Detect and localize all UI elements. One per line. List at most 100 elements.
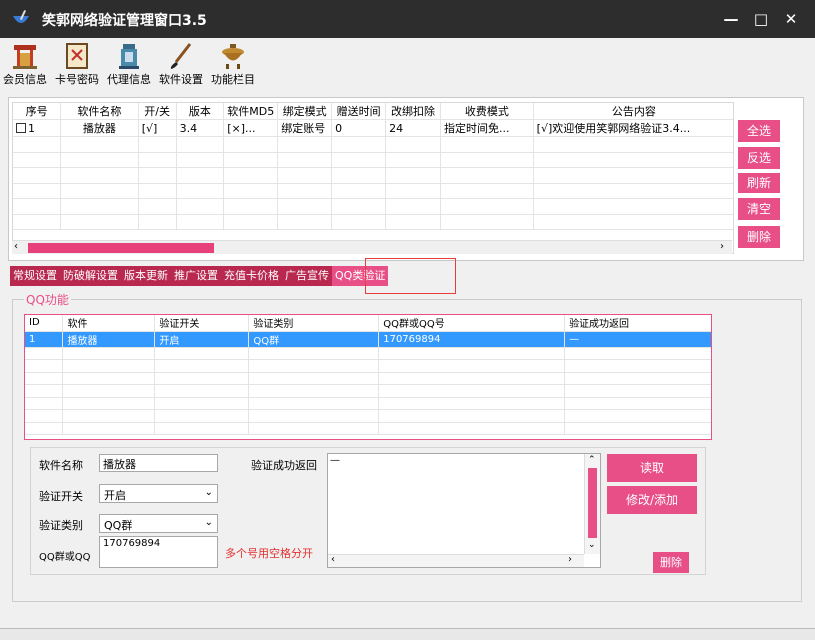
- column-header[interactable]: 改绑扣除: [385, 103, 442, 120]
- column-header[interactable]: ID: [25, 315, 64, 332]
- toolbar-agent-info[interactable]: 代理信息: [104, 40, 154, 88]
- maximize-button[interactable]: □: [748, 6, 774, 32]
- brush-icon: [170, 43, 192, 69]
- app-logo-icon: [10, 8, 32, 30]
- tab-promotion[interactable]: 推广设置: [171, 266, 221, 286]
- column-header[interactable]: 绑定模式: [277, 103, 333, 120]
- table-cell: 开启: [154, 331, 250, 348]
- qq-group-title: QQ功能: [24, 291, 71, 308]
- type-select[interactable]: QQ群 ⌄: [99, 514, 218, 533]
- row-index: 1: [28, 121, 35, 135]
- read-button[interactable]: 读取: [607, 454, 697, 482]
- table-header-row: ID 软件 验证开关 验证类别 QQ群或QQ号 验证成功返回: [25, 315, 711, 332]
- clear-button[interactable]: 清空: [738, 198, 780, 220]
- scroll-down-icon[interactable]: ⌄: [588, 540, 596, 550]
- scripture-tablet-icon: [119, 44, 139, 69]
- table-cell: [√]: [138, 119, 177, 137]
- software-table[interactable]: 序号 软件名称 开/关 版本 软件MD5 绑定模式 赠送时间 改绑扣除 收费模式…: [12, 102, 734, 254]
- column-header[interactable]: 验证成功返回: [564, 315, 711, 332]
- software-name-input[interactable]: 播放器: [99, 454, 218, 472]
- toolbar-member-info[interactable]: 会员信息: [0, 40, 50, 88]
- table-cell: 3.4: [176, 119, 225, 137]
- toolbar-label: 卡号密码: [55, 73, 99, 86]
- table-cell: [√]欢迎使用笑郭网络验证3.4...: [533, 119, 733, 137]
- column-header[interactable]: 收费模式: [440, 103, 534, 120]
- title-bar: 笑郭网络验证管理窗口3.5 — □ ✕: [0, 0, 815, 38]
- column-header[interactable]: 软件: [62, 315, 156, 332]
- switch-label: 验证开关: [39, 490, 83, 503]
- toolbar-software-settings[interactable]: 软件设置: [156, 40, 206, 88]
- scroll-left-icon[interactable]: ‹: [331, 554, 335, 565]
- column-header[interactable]: 软件名称: [60, 103, 139, 120]
- toolbar-label: 会员信息: [3, 73, 47, 86]
- tab-anti-crack[interactable]: 防破解设置: [60, 266, 121, 286]
- scroll-painting-icon: [66, 43, 88, 69]
- table-cell: 绑定账号: [277, 119, 333, 137]
- table-cell: 170769894: [378, 331, 566, 348]
- column-header[interactable]: QQ群或QQ号: [378, 315, 566, 332]
- select-all-button[interactable]: 全选: [738, 120, 780, 142]
- scroll-left-icon[interactable]: ‹: [14, 241, 18, 252]
- qq-number-textarea[interactable]: 170769894: [99, 536, 218, 568]
- hint-text: 多个号用空格分开: [225, 547, 313, 560]
- status-bar: [0, 628, 815, 640]
- table-row[interactable]: 1 播放器 [√] 3.4 [×]... 绑定账号 0 24 指定时间免... …: [13, 119, 733, 137]
- row-index-cell[interactable]: 1: [13, 119, 62, 137]
- type-select-value: QQ群: [104, 519, 133, 532]
- horizontal-scrollbar[interactable]: ‹ ›: [328, 554, 584, 567]
- toolbar-function-menu[interactable]: 功能栏目: [208, 40, 258, 88]
- table-cell: 播放器: [62, 331, 156, 348]
- switch-select[interactable]: 开启 ⌄: [99, 484, 218, 503]
- table-cell: QQ群: [248, 331, 380, 348]
- delete-button[interactable]: 删除: [738, 226, 780, 248]
- scrollbar-thumb[interactable]: [28, 243, 214, 253]
- scroll-up-icon[interactable]: ⌃: [588, 455, 596, 465]
- window-title: 笑郭网络验证管理窗口3.5: [42, 13, 207, 29]
- table-cell: 指定时间免...: [440, 119, 534, 137]
- tab-version-update[interactable]: 版本更新: [121, 266, 171, 286]
- modify-add-button[interactable]: 修改/添加: [607, 486, 697, 514]
- toolbar-label: 代理信息: [107, 73, 151, 86]
- scroll-right-icon[interactable]: ›: [720, 241, 724, 252]
- vertical-scrollbar[interactable]: ⌃ ⌄: [584, 454, 600, 554]
- form-delete-button[interactable]: 删除: [653, 552, 689, 573]
- qq-edit-form: 软件名称 播放器 验证开关 开启 ⌄ 验证类别 QQ群 ⌄ QQ群或QQ 170…: [30, 447, 706, 575]
- chevron-down-icon: ⌄: [204, 517, 213, 528]
- qq-number-label: QQ群或QQ: [39, 552, 91, 563]
- table-cell: [×]...: [223, 119, 279, 137]
- row-checkbox[interactable]: [16, 122, 26, 133]
- column-header[interactable]: 赠送时间: [331, 103, 387, 120]
- qq-table[interactable]: ID 软件 验证开关 验证类别 QQ群或QQ号 验证成功返回 1 播放器 开启 …: [24, 314, 712, 440]
- horizontal-scrollbar[interactable]: ‹ ›: [12, 240, 732, 254]
- invert-selection-button[interactable]: 反选: [738, 147, 780, 169]
- column-header[interactable]: 验证开关: [154, 315, 250, 332]
- toolbar-card-password[interactable]: 卡号密码: [52, 40, 102, 88]
- column-header[interactable]: 验证类别: [248, 315, 380, 332]
- table-cell: —: [564, 331, 711, 348]
- column-header[interactable]: 软件MD5: [223, 103, 279, 120]
- table-row[interactable]: 1 播放器 开启 QQ群 170769894 —: [25, 331, 711, 348]
- close-button[interactable]: ✕: [778, 6, 804, 32]
- switch-select-value: 开启: [104, 489, 126, 502]
- refresh-button[interactable]: 刷新: [738, 173, 780, 193]
- settings-tabs: 常规设置 防破解设置 版本更新 推广设置 充值卡价格 广告宣传 QQ类验证: [10, 266, 389, 286]
- table-cell: 0: [331, 119, 387, 137]
- type-label: 验证类别: [39, 519, 83, 532]
- column-header[interactable]: 版本: [176, 103, 225, 120]
- tab-advertising[interactable]: 广告宣传: [282, 266, 332, 286]
- column-header[interactable]: 序号: [13, 103, 62, 120]
- tab-general-settings[interactable]: 常规设置: [10, 266, 60, 286]
- return-label: 验证成功返回: [251, 459, 317, 472]
- scrollbar-thumb[interactable]: [588, 468, 597, 538]
- column-header[interactable]: 开/关: [138, 103, 177, 120]
- tab-recharge-price[interactable]: 充值卡价格: [221, 266, 282, 286]
- minimize-button[interactable]: —: [718, 6, 744, 32]
- toolbar-label: 功能栏目: [211, 73, 255, 86]
- table-cell: 1: [25, 331, 64, 348]
- table-cell: 24: [385, 119, 442, 137]
- active-tab-highlight: [365, 258, 456, 294]
- chevron-down-icon: ⌄: [204, 487, 213, 498]
- return-textarea[interactable]: — ⌃ ⌄ ‹ ›: [327, 453, 601, 568]
- column-header[interactable]: 公告内容: [533, 103, 733, 120]
- scroll-right-icon[interactable]: ›: [568, 554, 572, 565]
